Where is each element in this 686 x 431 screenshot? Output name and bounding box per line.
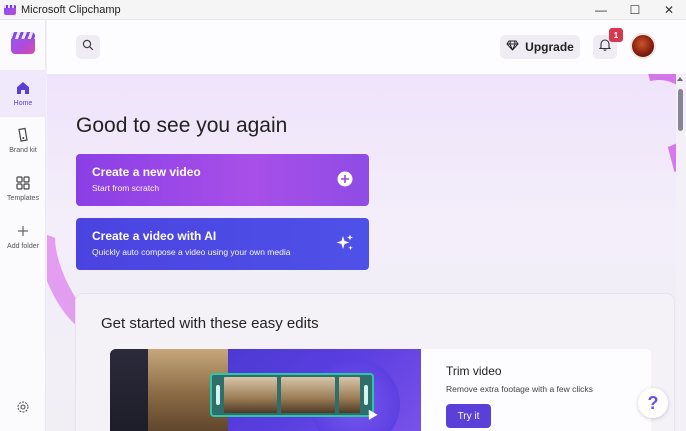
trim-video-card[interactable]: Trim video Remove extra footage with a f… bbox=[110, 349, 651, 431]
search-icon bbox=[82, 38, 94, 56]
home-icon bbox=[14, 79, 32, 97]
easy-edits-section: Get started with these easy edits Trim v… bbox=[75, 293, 675, 431]
trim-filmstrip bbox=[210, 373, 374, 417]
plus-icon bbox=[14, 222, 32, 240]
search-button[interactable] bbox=[76, 35, 100, 59]
clipchamp-app-icon bbox=[4, 4, 16, 15]
minimize-button[interactable]: — bbox=[584, 0, 618, 20]
film-frame bbox=[281, 377, 335, 413]
diamond-icon bbox=[506, 40, 519, 54]
section-title: Get started with these easy edits bbox=[101, 315, 319, 332]
film-frame bbox=[224, 377, 278, 413]
close-button[interactable]: ✕ bbox=[652, 0, 686, 20]
avatar[interactable] bbox=[630, 33, 656, 59]
plus-circle-icon bbox=[335, 169, 355, 189]
sidebar-item-label: Brand kit bbox=[9, 147, 37, 154]
sidebar-item-add-folder[interactable]: Add folder bbox=[0, 222, 46, 250]
sidebar-item-templates[interactable]: Templates bbox=[0, 174, 46, 202]
notification-badge: 1 bbox=[609, 28, 623, 42]
sparkle-icon bbox=[335, 233, 355, 253]
templates-icon bbox=[14, 174, 32, 192]
trim-handle-left bbox=[216, 385, 220, 405]
cta-subtitle: Quickly auto compose a video using your … bbox=[92, 247, 291, 257]
sidebar-item-label: Add folder bbox=[7, 243, 39, 250]
cta-title: Create a video with AI bbox=[92, 229, 217, 243]
sidebar-item-label: Home bbox=[13, 100, 33, 107]
scroll-up-arrow[interactable] bbox=[677, 77, 683, 81]
gear-icon bbox=[14, 398, 32, 416]
brand-kit-icon bbox=[14, 126, 32, 144]
film-frame bbox=[338, 377, 360, 413]
upgrade-label: Upgrade bbox=[525, 40, 574, 54]
maximize-button[interactable]: ☐ bbox=[618, 0, 652, 20]
feature-description: Remove extra footage with a few clicks bbox=[446, 384, 593, 394]
sidebar-item-brand-kit[interactable]: Brand kit bbox=[0, 126, 46, 154]
page-title: Good to see you again bbox=[76, 114, 288, 137]
top-header: Upgrade 1 bbox=[47, 20, 686, 74]
cta-title: Create a new video bbox=[92, 165, 201, 179]
sidebar: Home Brand kit Templates Add folder bbox=[0, 20, 46, 431]
sidebar-item-label: Templates bbox=[7, 195, 39, 202]
decorative-swirl bbox=[577, 74, 676, 196]
main-content: Good to see you again Create a new video… bbox=[47, 74, 676, 431]
scrollbar[interactable] bbox=[676, 74, 686, 431]
window-controls: — ☐ ✕ bbox=[584, 0, 686, 20]
create-new-video-button[interactable]: Create a new video Start from scratch bbox=[76, 154, 369, 206]
scroll-thumb[interactable] bbox=[678, 89, 683, 131]
trim-handle-right bbox=[363, 385, 368, 405]
sidebar-item-home[interactable]: Home bbox=[0, 70, 46, 117]
settings-button[interactable] bbox=[0, 398, 46, 416]
clipchamp-logo[interactable] bbox=[11, 32, 35, 54]
window-title: Microsoft Clipchamp bbox=[21, 3, 121, 16]
help-button[interactable]: ? bbox=[638, 388, 668, 418]
window-titlebar: Microsoft Clipchamp — ☐ ✕ bbox=[0, 0, 686, 20]
feature-title: Trim video bbox=[446, 364, 502, 378]
cta-subtitle: Start from scratch bbox=[92, 183, 160, 193]
upgrade-button[interactable]: Upgrade bbox=[500, 35, 580, 59]
create-video-with-ai-button[interactable]: Create a video with AI Quickly auto comp… bbox=[76, 218, 369, 270]
try-it-button[interactable]: Try it bbox=[446, 404, 491, 428]
thumbnail-background bbox=[110, 349, 148, 431]
trim-video-thumbnail bbox=[110, 349, 421, 431]
